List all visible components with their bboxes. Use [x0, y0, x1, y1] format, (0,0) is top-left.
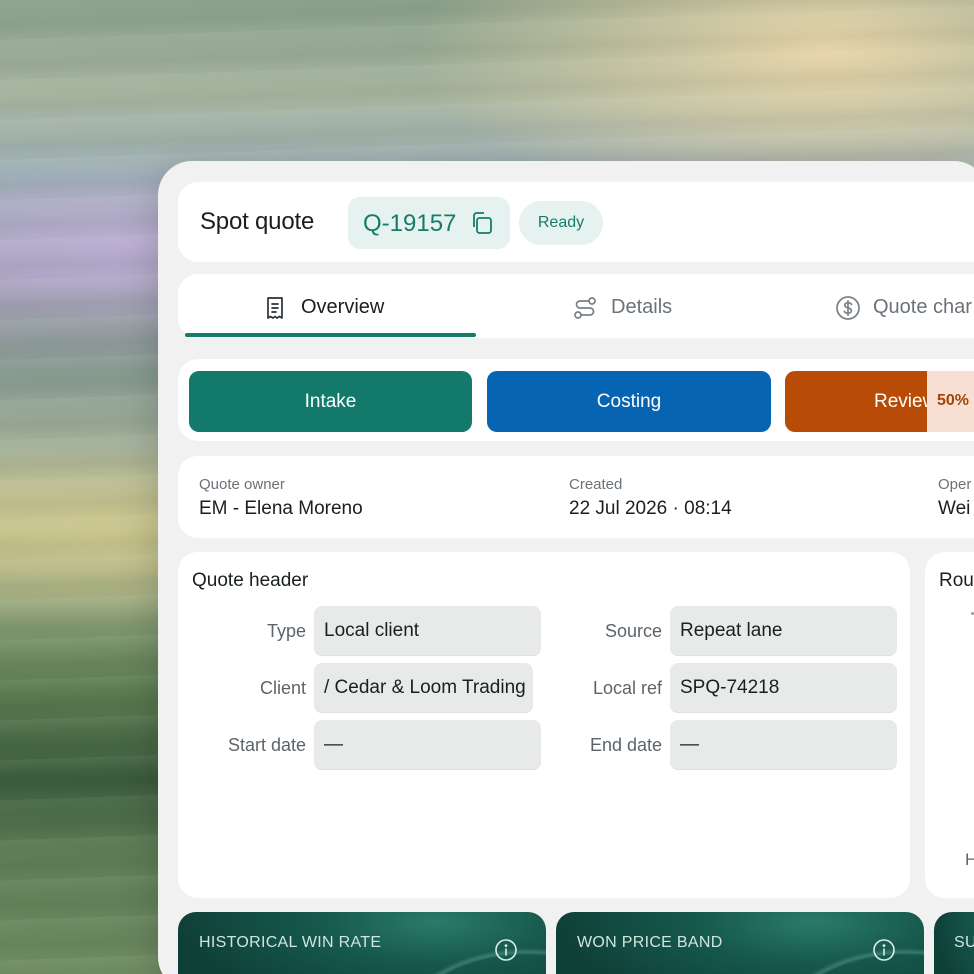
start-date-label: Start date — [227, 735, 306, 755]
route-icon — [574, 297, 596, 319]
start-date-value: — — [324, 734, 343, 755]
local-ref-value: SPQ-74218 — [680, 677, 780, 698]
created-value: 22 Jul 2026 · 08:14 — [569, 498, 732, 519]
status-label: Ready — [537, 214, 585, 231]
type-value: Local client — [324, 620, 420, 641]
status-badge: Ready — [519, 201, 603, 245]
tab-bar: Overview Details Quote char — [178, 274, 974, 338]
source-value: Repeat lane — [680, 620, 783, 641]
kpi-won-price-band: WON PRICE BAND — [556, 912, 924, 974]
end-date-field[interactable]: — — [670, 720, 897, 770]
quote-owner-label: Quote owner — [199, 476, 285, 493]
step-costing[interactable]: Costing — [487, 371, 771, 432]
info-icon[interactable] — [494, 938, 518, 962]
active-tab-indicator — [185, 333, 476, 337]
step-label: Intake — [304, 391, 357, 412]
kpi-label: SU — [954, 934, 974, 951]
route-section: Rou H — [925, 552, 974, 898]
kpi-historical-win-rate: HISTORICAL WIN RATE — [178, 912, 546, 974]
progress-steps: Intake Costing Review 50% — [178, 359, 974, 441]
step-review[interactable]: Review 50% — [785, 371, 974, 432]
section-title: Rou — [939, 570, 974, 591]
chart-axis-label: H — [965, 850, 974, 869]
copy-icon[interactable] — [469, 210, 495, 236]
receipt-icon — [267, 297, 283, 319]
created-label: Created — [569, 476, 623, 493]
client-field[interactable]: / Cedar & Loom Trading — [314, 663, 533, 713]
kpi-label: WON PRICE BAND — [577, 934, 723, 951]
source-label: Source — [604, 621, 662, 641]
source-field[interactable]: Repeat lane — [670, 606, 897, 656]
local-ref-label: Local ref — [592, 678, 662, 698]
local-ref-field[interactable]: SPQ-74218 — [670, 663, 897, 713]
operator-label: Oper — [938, 476, 972, 493]
tab-label: Quote char — [873, 296, 972, 318]
tab-label: Overview — [301, 296, 385, 318]
page-title: Spot quote — [200, 208, 315, 235]
end-date-label: End date — [589, 735, 662, 755]
client-label: Client — [259, 678, 306, 698]
quote-id-chip[interactable]: Q-19157 — [348, 197, 510, 249]
tab-label: Details — [611, 296, 673, 318]
step-intake[interactable]: Intake — [189, 371, 472, 432]
quote-id: Q-19157 — [363, 210, 457, 237]
quote-panel: Spot quote Q-19157 Ready Overview Detail… — [158, 161, 974, 974]
type-field[interactable]: Local client — [314, 606, 541, 656]
quote-header-section: Quote header Type Local client Source Re… — [178, 552, 910, 898]
section-title: Quote header — [192, 570, 309, 591]
end-date-value: — — [680, 734, 699, 755]
review-progress-percent: 50% — [937, 392, 970, 409]
kpi-label: HISTORICAL WIN RATE — [199, 934, 382, 951]
operator-value: Wei — [938, 498, 971, 519]
info-icon[interactable] — [872, 938, 896, 962]
quote-owner-value: EM - Elena Moreno — [199, 498, 363, 519]
client-value: / Cedar & Loom Trading — [324, 677, 526, 698]
quote-header-bar: Spot quote Q-19157 Ready — [178, 182, 974, 262]
start-date-field[interactable]: — — [314, 720, 541, 770]
dollar-circle-icon — [836, 296, 860, 320]
tab-details[interactable]: Details — [483, 274, 773, 338]
kpi-third: SU — [934, 912, 974, 974]
type-label: Type — [266, 621, 306, 641]
quote-meta: Quote owner EM - Elena Moreno Created 22… — [178, 456, 974, 538]
tab-quote-charges[interactable]: Quote char — [773, 274, 974, 338]
tab-overview[interactable]: Overview — [178, 274, 483, 338]
step-label: Costing — [596, 391, 662, 412]
